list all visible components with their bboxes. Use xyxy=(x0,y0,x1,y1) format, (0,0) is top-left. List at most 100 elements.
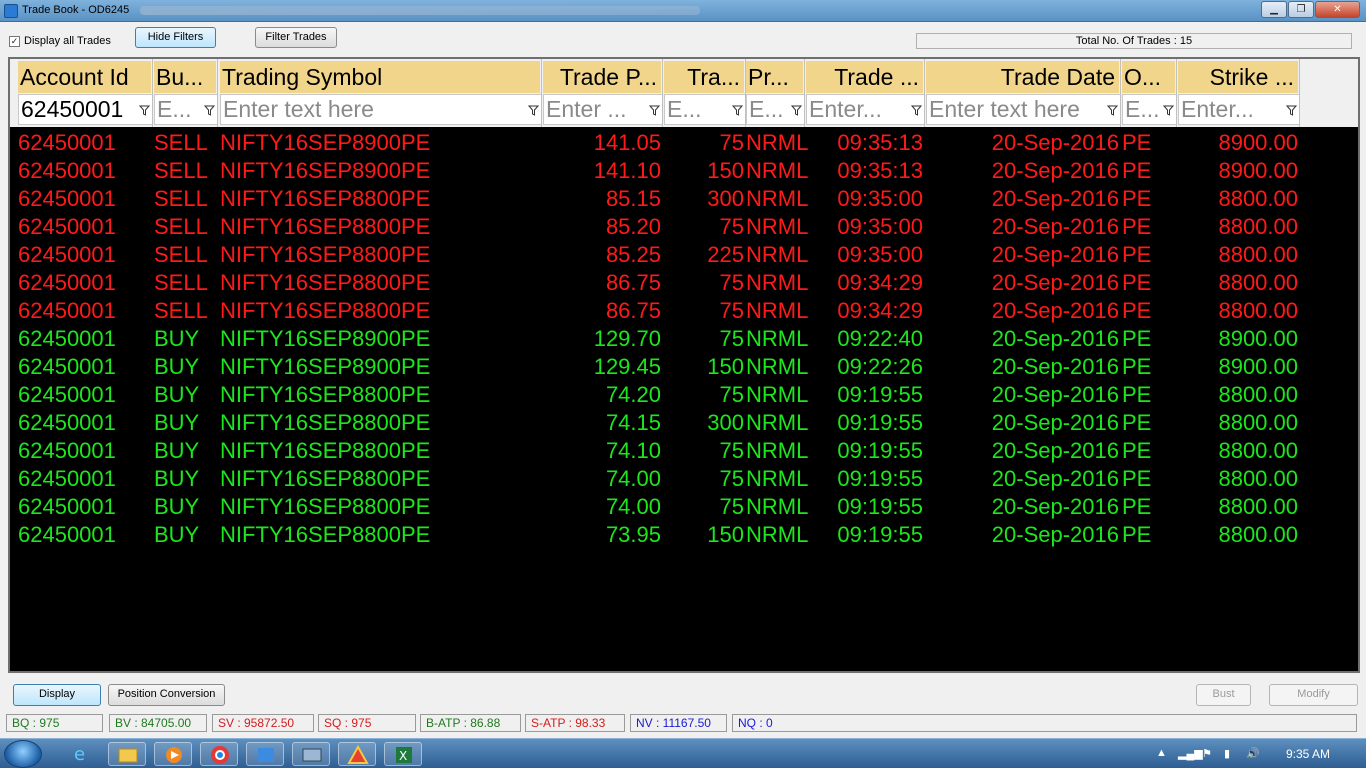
column-header-trade-time[interactable]: Trade ... xyxy=(806,61,923,93)
tray-arrow-icon[interactable]: ▲ xyxy=(1156,747,1167,759)
filter-funnel-icon[interactable] xyxy=(649,105,660,116)
minimize-button[interactable]: ▁ xyxy=(1261,1,1287,18)
display-button[interactable]: Display xyxy=(13,684,101,706)
table-row[interactable]: 62450001 SELL NIFTY16SEP8900PE 141.10 150 NRM… xyxy=(10,157,1358,185)
table-row[interactable]: 62450001 SELL NIFTY16SEP8800PE 85.15 300 NRML… xyxy=(10,185,1358,213)
table-row[interactable]: 62450001 SELL NIFTY16SEP8800PE 86.75 75 NRML 0… xyxy=(10,297,1358,325)
filter-funnel-icon[interactable] xyxy=(732,105,743,116)
media-player-icon[interactable] xyxy=(154,742,192,766)
filter-input-trade-price[interactable]: Enter ... xyxy=(543,94,663,125)
column-divider[interactable] xyxy=(662,59,663,127)
column-divider[interactable] xyxy=(217,59,218,127)
column-header-trade-qty[interactable]: Tra... xyxy=(664,61,744,93)
filter-input-option-type[interactable]: E... xyxy=(1122,94,1177,125)
column-header-trading-symbol[interactable]: Trading Symbol xyxy=(220,61,540,93)
bust-button[interactable]: Bust xyxy=(1196,684,1251,706)
filter-input-account-id[interactable]: 62450001 xyxy=(18,94,153,125)
column-divider[interactable] xyxy=(924,59,925,127)
column-header-option-type[interactable]: O... xyxy=(1122,61,1175,93)
excel-icon[interactable]: X xyxy=(384,742,422,766)
cell-option-type: PE xyxy=(1122,326,1152,351)
file-explorer-icon[interactable] xyxy=(108,742,146,766)
volume-icon[interactable]: 🔊 xyxy=(1246,747,1260,760)
column-divider[interactable] xyxy=(152,59,153,127)
power-icon[interactable]: ▮ xyxy=(1224,747,1230,760)
cell-trade-price: 74.00 xyxy=(605,494,661,519)
filter-funnel-icon[interactable] xyxy=(204,105,215,116)
table-row[interactable]: 62450001 BUY NIFTY16SEP8800PE 74.00 75 NRML 09… xyxy=(10,465,1358,493)
cell-trade-date: 20-Sep-2016 xyxy=(991,214,1119,239)
column-header-product[interactable]: Pr... xyxy=(746,61,803,93)
filter-funnel-icon[interactable] xyxy=(1107,105,1118,116)
table-row[interactable]: 62450001 SELL NIFTY16SEP8800PE 85.20 75 NRML 0… xyxy=(10,213,1358,241)
filter-input-strike-price[interactable]: Enter... xyxy=(1178,94,1300,125)
network-signal-icon[interactable]: ▂▄▆ xyxy=(1178,747,1203,760)
filter-input-trade-time[interactable]: Enter... xyxy=(806,94,925,125)
filter-input-product[interactable]: E... xyxy=(746,94,805,125)
table-row[interactable]: 62450001 BUY NIFTY16SEP8900PE 129.45 150 NRML… xyxy=(10,353,1358,381)
app-triangle-icon[interactable] xyxy=(338,742,376,766)
filter-funnel-icon[interactable] xyxy=(1163,105,1174,116)
filter-input-buy-sell[interactable]: E... xyxy=(154,94,218,125)
cell-trade-time: 09:19:55 xyxy=(837,382,923,407)
trade-grid[interactable]: Account Id 62450001 Bu... E... Trading Symbo… xyxy=(8,57,1360,673)
column-header-strike-price[interactable]: Strike ... xyxy=(1178,61,1298,93)
table-row[interactable]: 62450001 BUY NIFTY16SEP8800PE 74.20 75 NRML 09… xyxy=(10,381,1358,409)
filter-funnel-icon[interactable] xyxy=(1286,105,1297,116)
cell-option-type: PE xyxy=(1122,522,1152,547)
column-divider[interactable] xyxy=(804,59,805,127)
cell-strike-price: 8900.00 xyxy=(1218,354,1298,379)
app-window-icon[interactable] xyxy=(292,742,330,766)
filter-input-trading-symbol[interactable]: Enter text here xyxy=(220,94,542,125)
modify-button[interactable]: Modify xyxy=(1269,684,1358,706)
action-center-icon[interactable]: ⚑ xyxy=(1202,747,1212,760)
filter-text: E... xyxy=(1125,96,1160,122)
taskbar-clock[interactable]: 9:35 AM xyxy=(1286,747,1330,761)
column-header-trade-date[interactable]: Trade Date xyxy=(926,61,1119,93)
column-divider[interactable] xyxy=(1176,59,1177,127)
filter-input-trade-date[interactable]: Enter text here xyxy=(926,94,1121,125)
column-divider[interactable] xyxy=(1120,59,1121,127)
maximize-button[interactable]: ❐ xyxy=(1288,1,1314,18)
filter-funnel-icon[interactable] xyxy=(139,105,150,116)
cell-trading-symbol: NIFTY16SEP8800PE xyxy=(220,270,431,295)
cell-option-type: PE xyxy=(1122,382,1152,407)
filter-funnel-icon[interactable] xyxy=(911,105,922,116)
table-row[interactable]: 62450001 BUY NIFTY16SEP8800PE 74.10 75 NRML 09… xyxy=(10,437,1358,465)
internet-explorer-icon[interactable]: e xyxy=(62,742,100,766)
table-row[interactable]: 62450001 BUY NIFTY16SEP8800PE 74.15 300 NRML 0… xyxy=(10,409,1358,437)
cell-trading-symbol: NIFTY16SEP8800PE xyxy=(220,214,431,239)
display-all-trades-checkbox[interactable]: ✓ xyxy=(9,36,20,47)
column-divider[interactable] xyxy=(541,59,542,127)
table-row[interactable]: 62450001 BUY NIFTY16SEP8800PE 74.00 75 NRML 09… xyxy=(10,493,1358,521)
filter-text: Enter... xyxy=(1181,96,1254,122)
cell-product: NRML xyxy=(746,326,809,351)
cell-trade-date: 20-Sep-2016 xyxy=(991,382,1119,407)
column-divider[interactable] xyxy=(1299,59,1300,127)
start-orb-icon[interactable] xyxy=(4,740,42,768)
cell-buy-sell: SELL xyxy=(154,214,208,239)
table-row[interactable]: 62450001 SELL NIFTY16SEP8800PE 86.75 75 NRML 0… xyxy=(10,269,1358,297)
app-puzzle-icon[interactable] xyxy=(246,742,284,766)
filter-funnel-icon[interactable] xyxy=(528,105,539,116)
table-row[interactable]: 62450001 BUY NIFTY16SEP8800PE 73.95 150 NRML 0… xyxy=(10,521,1358,549)
filter-funnel-icon[interactable] xyxy=(791,105,802,116)
column-header-trade-price[interactable]: Trade P... xyxy=(543,61,661,93)
cell-trading-symbol: NIFTY16SEP8900PE xyxy=(220,354,431,379)
chrome-icon[interactable] xyxy=(200,742,238,766)
position-conversion-button[interactable]: Position Conversion xyxy=(108,684,225,706)
table-row[interactable]: 62450001 SELL NIFTY16SEP8800PE 85.25 225 NRML… xyxy=(10,241,1358,269)
close-button[interactable]: ✕ xyxy=(1315,1,1360,18)
column-header-buy-sell[interactable]: Bu... xyxy=(154,61,216,93)
cell-trade-date: 20-Sep-2016 xyxy=(991,298,1119,323)
hide-filters-button[interactable]: Hide Filters xyxy=(135,27,216,48)
cell-trade-time: 09:34:29 xyxy=(837,270,923,295)
display-all-trades-label: Display all Trades xyxy=(24,35,111,47)
cell-account-id: 62450001 xyxy=(18,214,116,239)
column-header-account-id[interactable]: Account Id xyxy=(18,61,151,93)
filter-input-trade-qty[interactable]: E... xyxy=(664,94,746,125)
table-row[interactable]: 62450001 BUY NIFTY16SEP8900PE 129.70 75 NRML 0… xyxy=(10,325,1358,353)
filter-trades-button[interactable]: Filter Trades xyxy=(255,27,337,48)
cell-trade-qty: 75 xyxy=(719,438,744,463)
table-row[interactable]: 62450001 SELL NIFTY16SEP8900PE 141.05 75 NRML… xyxy=(10,129,1358,157)
